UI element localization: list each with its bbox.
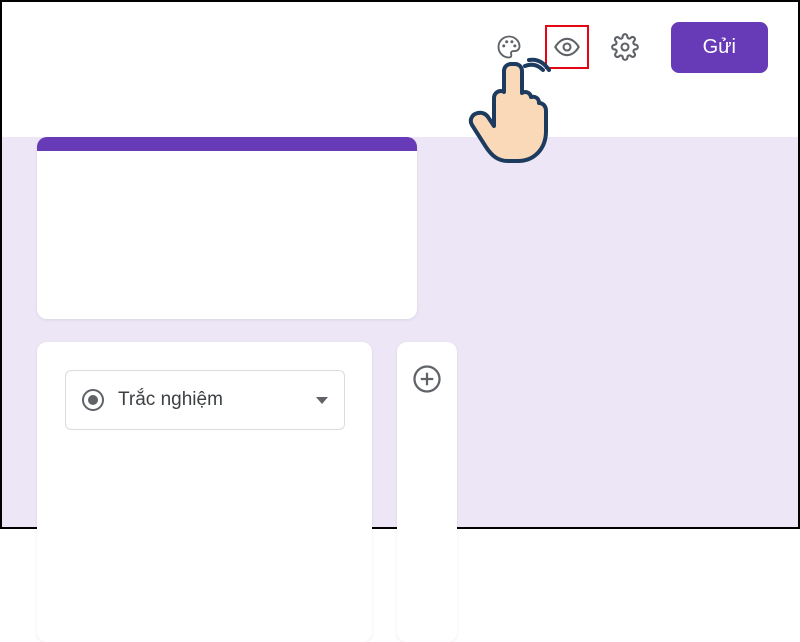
question-type-dropdown[interactable]: Trắc nghiệm <box>65 370 345 430</box>
chevron-down-icon <box>316 397 328 404</box>
send-button[interactable]: Gửi <box>671 22 768 73</box>
card-accent-bar <box>37 137 417 151</box>
palette-icon[interactable] <box>487 25 531 69</box>
settings-icon[interactable] <box>603 25 647 69</box>
form-canvas: Trắc nghiệm <box>2 137 798 527</box>
radio-icon <box>82 389 104 411</box>
question-card[interactable]: Trắc nghiệm <box>37 342 372 642</box>
form-title-card[interactable] <box>37 137 417 319</box>
question-type-label: Trắc nghiệm <box>118 389 302 411</box>
top-toolbar: Gửi <box>2 2 798 92</box>
question-toolbar <box>397 342 457 642</box>
preview-icon[interactable] <box>545 25 589 69</box>
add-question-button[interactable] <box>412 364 442 394</box>
